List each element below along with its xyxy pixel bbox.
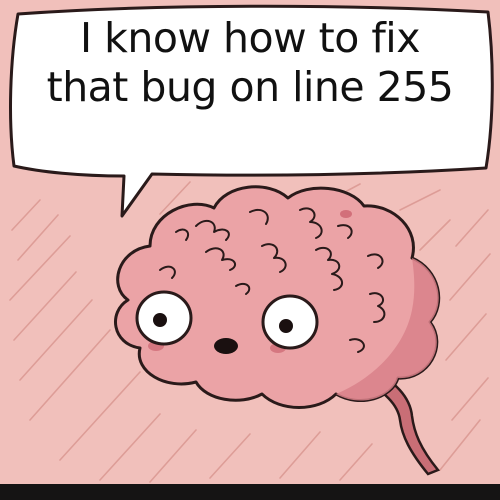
caption-line-1: I know how to fix	[80, 14, 420, 62]
mouth	[214, 338, 238, 354]
caption-line-2: that bug on line 255	[46, 63, 454, 111]
left-eye	[135, 290, 193, 346]
bottom-border	[0, 484, 500, 500]
meme-panel: I know how to fix that bug on line 255	[0, 0, 500, 500]
right-eye	[261, 294, 319, 350]
meme-caption: I know how to fix that bug on line 255	[30, 14, 470, 112]
